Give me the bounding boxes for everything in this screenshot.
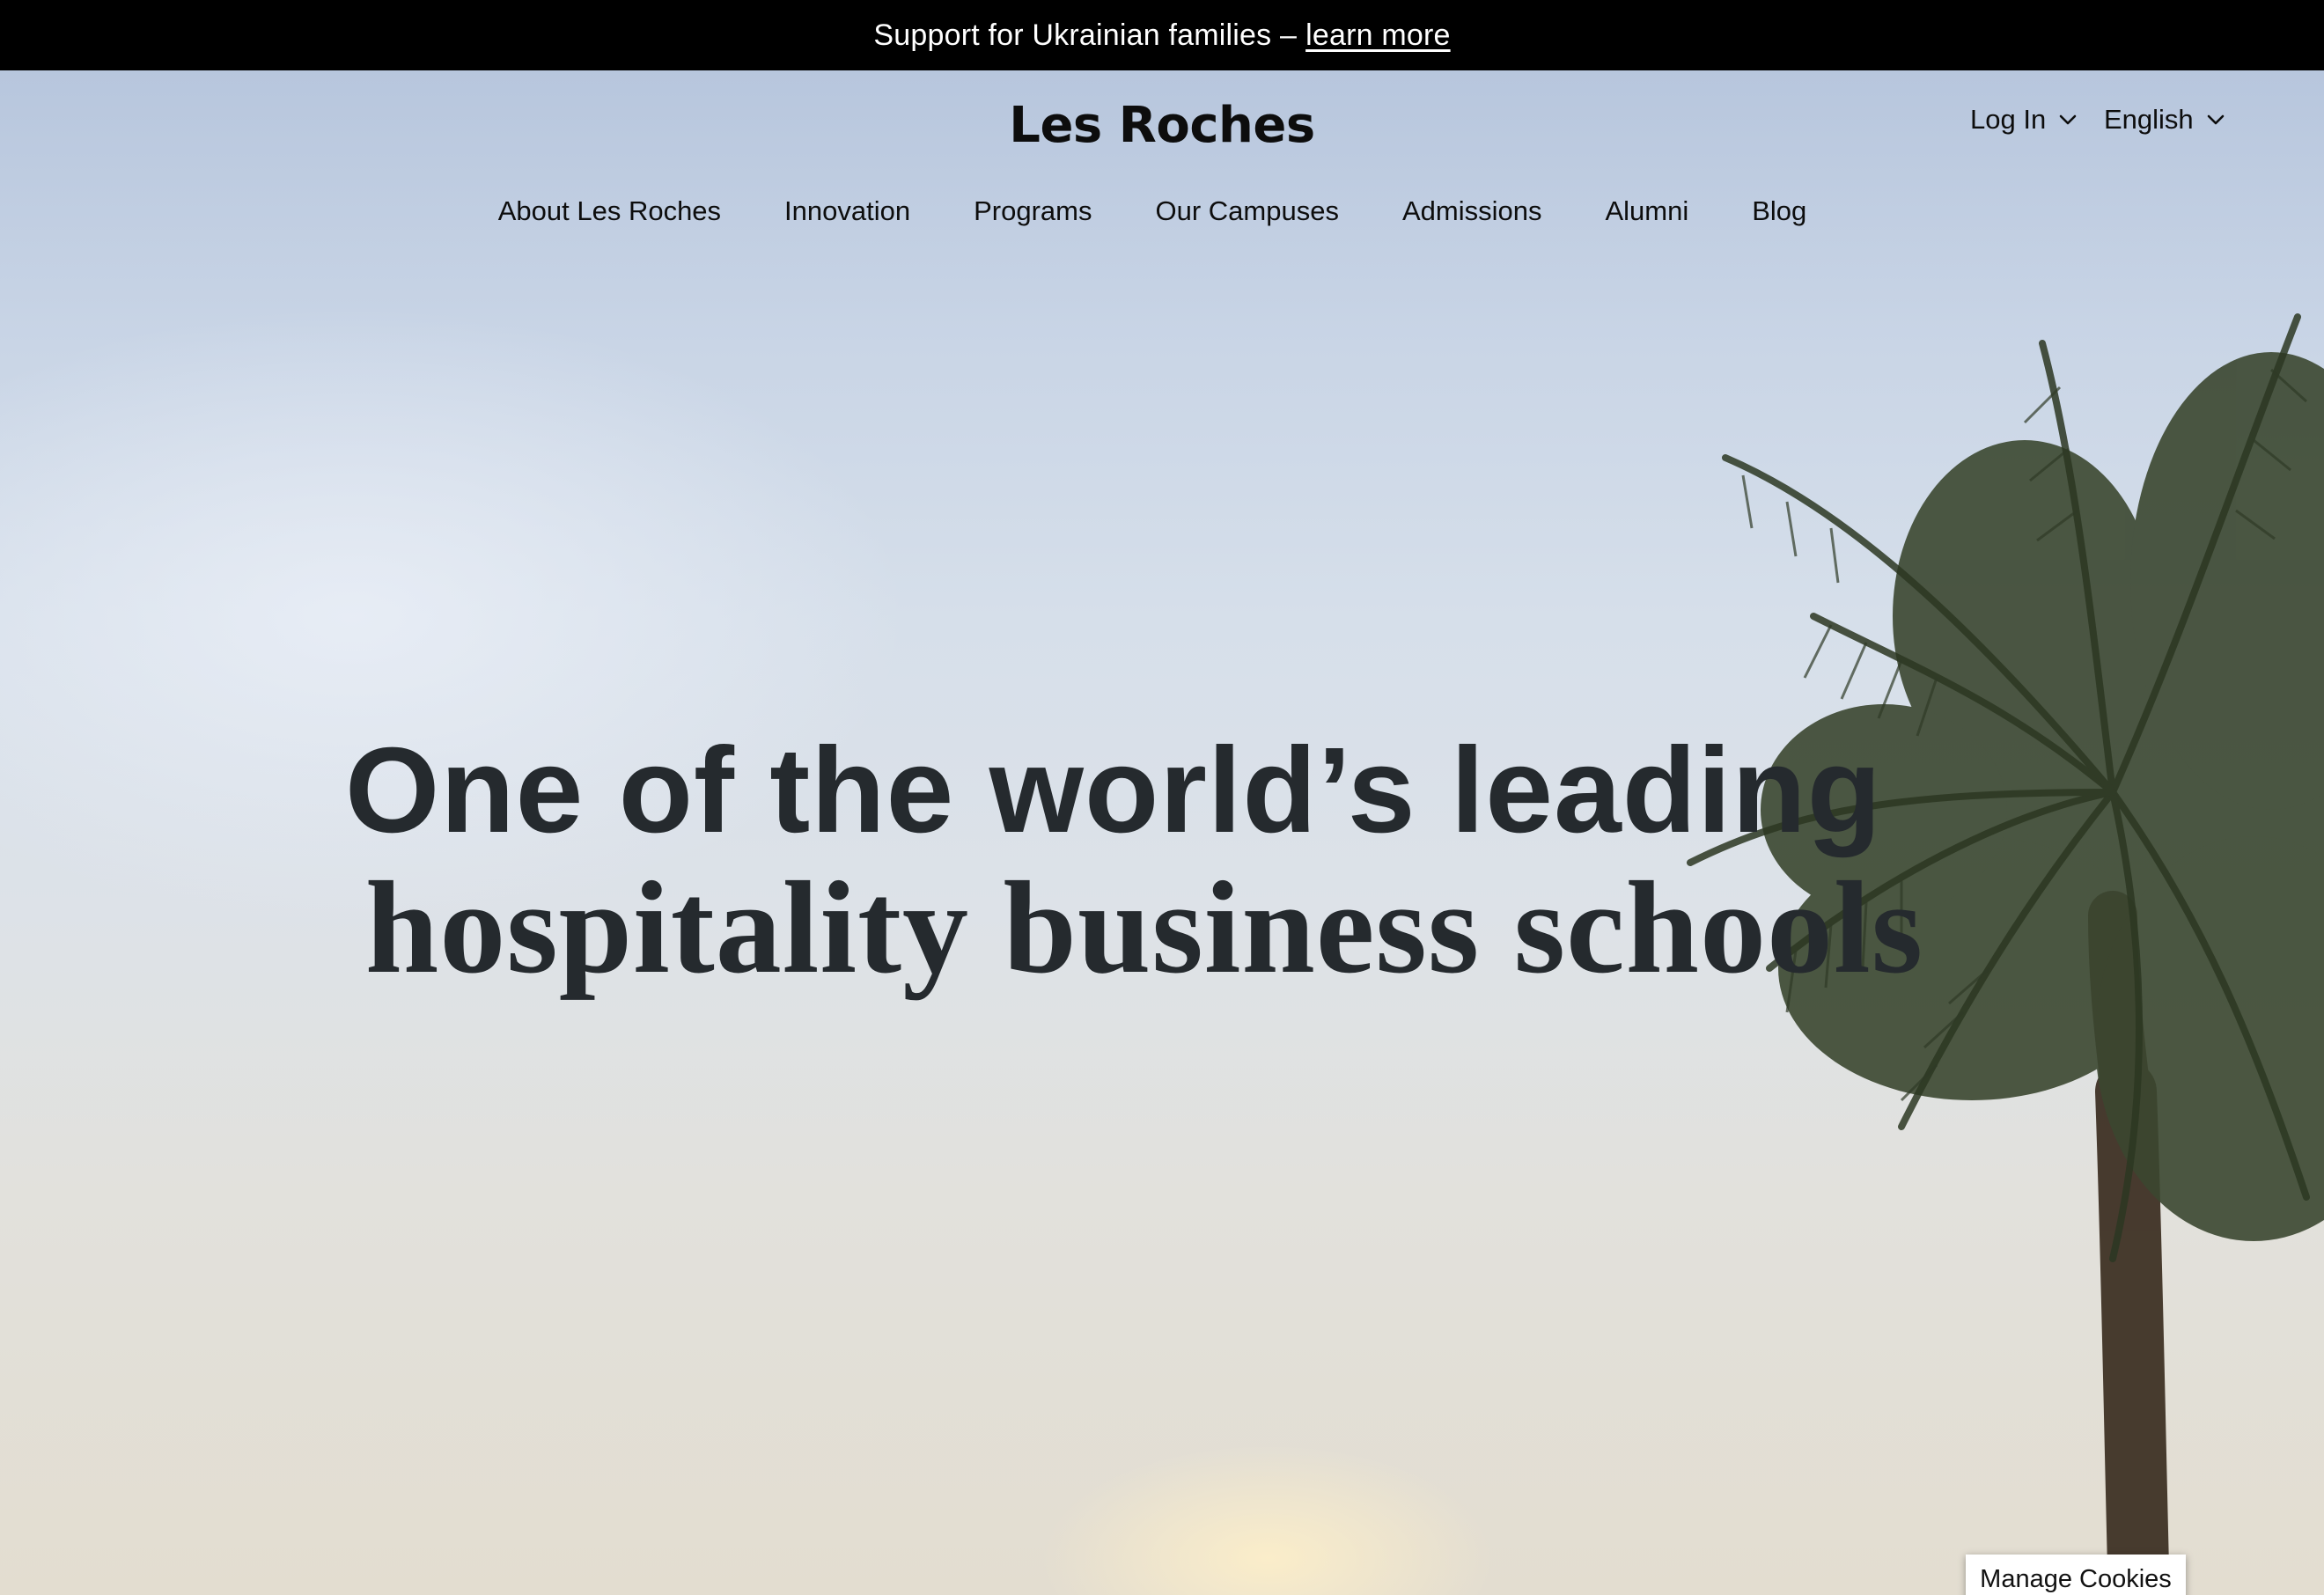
nav-item-about[interactable]: About Les Roches (498, 195, 721, 227)
login-dropdown[interactable]: Log In (1970, 104, 2078, 136)
learn-more-link[interactable]: learn more (1305, 18, 1451, 53)
hero-headline: One of the world’s leading hospitality b… (0, 722, 2324, 996)
login-label: Log In (1970, 104, 2047, 135)
language-dropdown[interactable]: English (2104, 104, 2225, 136)
nav-item-innovation[interactable]: Innovation (784, 195, 910, 227)
sun-glow (1039, 1444, 1497, 1595)
nav-item-campuses[interactable]: Our Campuses (1155, 195, 1338, 227)
nav-item-programs[interactable]: Programs (974, 195, 1092, 227)
hero-headline-line2: hospitality business schools (364, 855, 1924, 1001)
main-navigation: About Les Roches Innovation Programs Our… (0, 195, 2324, 227)
chevron-down-icon (2207, 114, 2224, 125)
nav-item-alumni[interactable]: Alumni (1605, 195, 1688, 227)
language-label: English (2104, 104, 2194, 135)
manage-cookies-button[interactable]: Manage Cookies (1966, 1555, 2186, 1595)
nav-item-blog[interactable]: Blog (1752, 195, 1806, 227)
announcement-bar: Support for Ukrainian families – learn m… (0, 0, 2324, 70)
chevron-down-icon (2059, 114, 2077, 125)
nav-item-admissions[interactable]: Admissions (1402, 195, 1542, 227)
hero-headline-line1: One of the world’s leading (344, 723, 1882, 858)
announcement-text: Support for Ukrainian families – (873, 18, 1298, 52)
